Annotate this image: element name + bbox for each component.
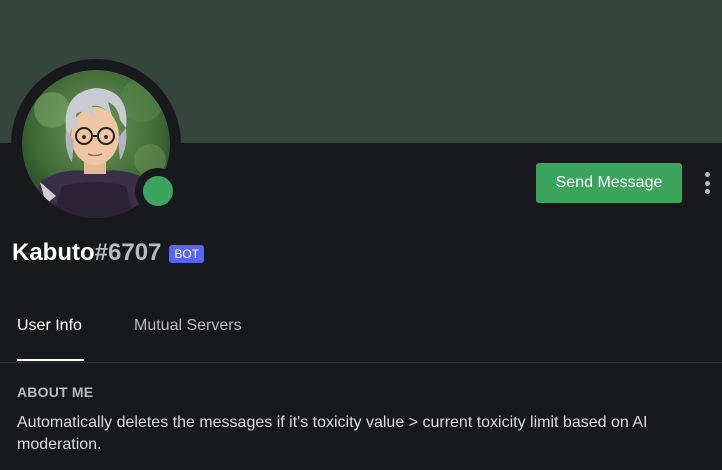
user-profile-modal: Send Message Kabuto #6707 BOT User Info …: [0, 0, 722, 470]
name-row: Kabuto #6707 BOT: [12, 238, 205, 268]
tab-mutual-servers[interactable]: Mutual Servers: [134, 317, 242, 361]
send-message-button[interactable]: Send Message: [536, 163, 682, 203]
discriminator: #6707: [94, 239, 162, 266]
bot-badge: BOT: [169, 245, 205, 263]
username: Kabuto: [12, 239, 95, 266]
more-vertical-icon[interactable]: [697, 170, 717, 196]
status-indicator: [135, 168, 181, 214]
tab-user-info[interactable]: User Info: [17, 317, 84, 361]
about-me-heading: ABOUT ME: [17, 384, 94, 400]
profile-tabs: User Info Mutual Servers: [0, 300, 722, 363]
online-status-icon: [143, 176, 173, 206]
avatar-frame: [11, 59, 181, 229]
about-me-text: Automatically deletes the messages if it…: [17, 414, 648, 453]
